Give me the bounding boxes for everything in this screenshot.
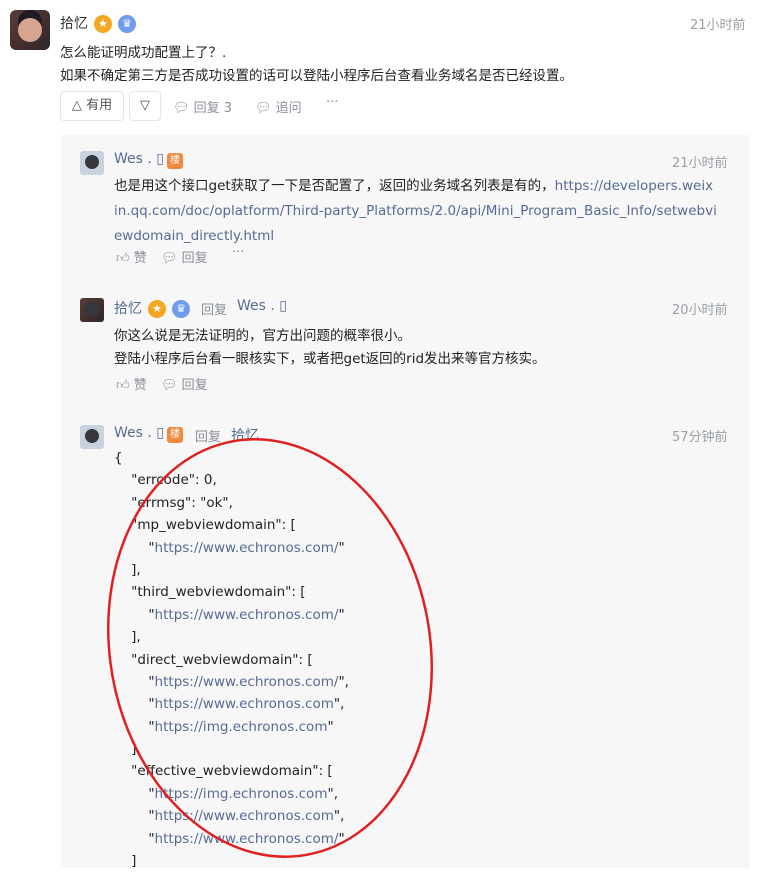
reply-action[interactable]: 💬︎ 回复 [161, 247, 208, 266]
reply-count: 回复 3 [193, 101, 233, 116]
gold-medal-icon: ★ [94, 15, 112, 33]
useful-label: 有用 [86, 98, 113, 113]
comment-bubble-icon: 💬︎ [161, 378, 178, 393]
reply-text-line1: 你这么说是无法证明的，官方出问题的概率很小。 [114, 328, 411, 344]
downvote-icon: ▽ [140, 98, 150, 113]
gold-medal-icon: ★ [148, 300, 166, 318]
reply-word: 回复 [201, 303, 228, 318]
doc-link[interactable]: https://developers.weix [555, 178, 713, 194]
reply-to-user[interactable]: Wes . ▯ [237, 298, 287, 314]
reply-label: 回复 [181, 378, 208, 393]
more-button[interactable]: ··· [232, 245, 244, 260]
comment-bubble-icon: 💬︎ [161, 251, 178, 266]
reply-text-prefix: 也是用这个接口get获取了一下是否配置了，返回的业务域名列表是有的， [114, 178, 555, 194]
reply-time: 57分钟前 [672, 430, 728, 445]
useful-button[interactable]: △ 有用 [60, 91, 124, 121]
comment-author[interactable]: 拾忆 [60, 13, 88, 33]
like-action[interactable]: 👍︎ 赞 [116, 374, 147, 393]
comment-time: 21小时前 [690, 18, 746, 33]
reply-author[interactable]: 拾忆 [114, 298, 142, 318]
downvote-button[interactable]: ▽ [129, 91, 161, 121]
avatar[interactable] [80, 151, 104, 175]
thumbs-up-icon: 👍︎ [116, 251, 130, 266]
floor-owner-badge: 楼 [167, 153, 183, 169]
reply-text: 也是用这个接口get获取了一下是否配置了，返回的业务域名列表是有的，https:… [114, 174, 734, 249]
reply-author[interactable]: Wes . ▯ [114, 151, 164, 167]
avatar[interactable] [80, 298, 104, 322]
reply-label: 回复 [181, 251, 208, 266]
doc-link[interactable]: in.qq.com/doc/oplatform/Third-party_Plat… [114, 203, 717, 219]
reply-text-line2: 登陆小程序后台看一眼核实下，或者把get返回的rid发出来等官方核实。 [114, 351, 546, 367]
red-annotation-circle [107, 438, 433, 858]
level-badge-icon: ♛ [118, 15, 136, 33]
like-action[interactable]: 👍︎ 赞 [116, 247, 147, 266]
doc-link[interactable]: ewdomain_directly.html [114, 228, 274, 244]
thumbs-up-icon: 👍︎ [116, 378, 130, 393]
avatar[interactable] [10, 10, 50, 50]
comment-text-line1: 怎么能证明成功配置上了？. [60, 45, 227, 61]
reply-action[interactable]: 💬︎ 回复 3 [173, 97, 232, 116]
followup-action[interactable]: 💬︎ 追问 [255, 97, 302, 116]
upvote-icon: △ [71, 98, 82, 113]
followup-label: 追问 [275, 101, 302, 116]
like-label: 赞 [133, 251, 147, 266]
comment-bubble-icon: 💬︎ [173, 101, 190, 116]
comment-bubble-icon: 💬︎ [255, 101, 272, 116]
more-button[interactable]: ··· [326, 95, 338, 110]
reply-time: 21小时前 [672, 156, 728, 171]
reply-time: 20小时前 [672, 303, 728, 318]
comment-text-line2: 如果不确定第三方是否成功设置的话可以登陆小程序后台查看业务域名是否已经设置。 [60, 68, 573, 84]
level-badge-icon: ♛ [172, 300, 190, 318]
reply-action[interactable]: 💬︎ 回复 [161, 374, 208, 393]
like-label: 赞 [133, 378, 147, 393]
